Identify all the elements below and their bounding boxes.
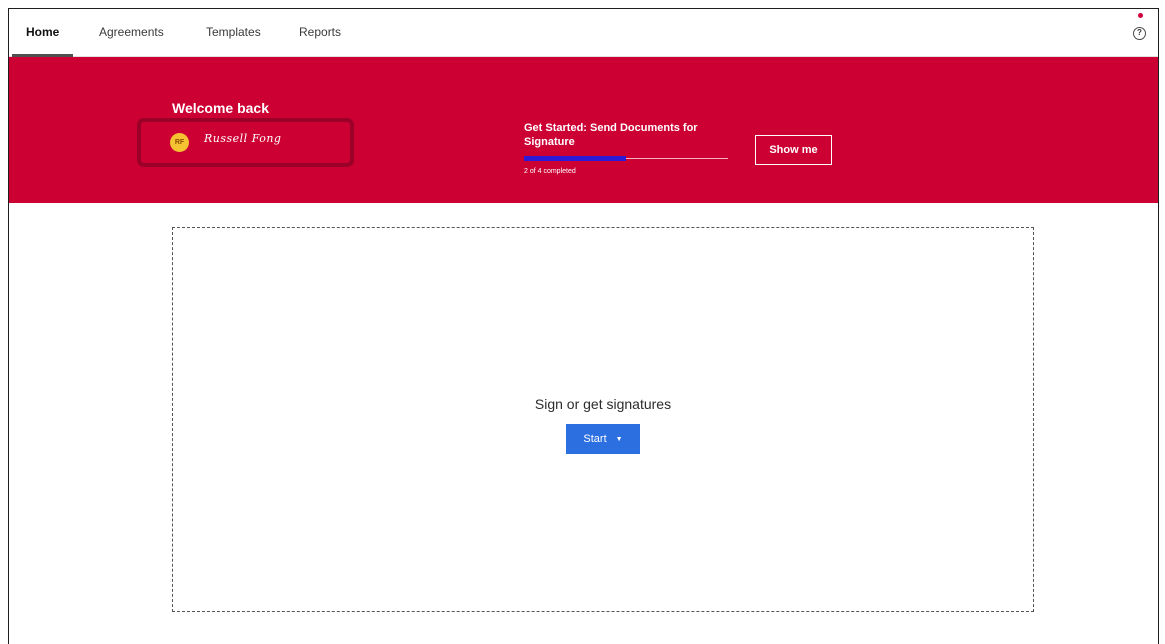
progress-bar — [524, 156, 728, 161]
tab-agreements[interactable]: Agreements — [99, 9, 164, 57]
avatar: RF — [170, 133, 189, 152]
drop-zone-title: Sign or get signatures — [534, 396, 672, 412]
welcome-banner: Welcome back RF Russell Fong Get Started… — [9, 57, 1158, 203]
get-started-title: Get Started: Send Documents for Signatur… — [524, 122, 698, 148]
help-circle-icon[interactable]: ? — [1133, 27, 1146, 40]
notification-dot — [1138, 13, 1143, 18]
top-nav: Home Agreements Templates Reports ? — [9, 9, 1158, 57]
tab-home[interactable]: Home — [11, 9, 74, 57]
progress-bar-fill — [524, 156, 626, 161]
start-button[interactable]: Start ▼ — [566, 424, 640, 454]
start-button-label: Start — [583, 433, 607, 445]
progress-count: 2 of 4 completed — [524, 168, 576, 175]
drop-zone[interactable]: Sign or get signatures Start ▼ — [172, 227, 1034, 612]
tab-templates[interactable]: Templates — [206, 9, 261, 57]
tab-reports[interactable]: Reports — [299, 9, 341, 57]
signature-card[interactable]: RF Russell Fong — [137, 118, 354, 167]
signature-image: Russell Fong — [204, 132, 282, 145]
show-me-button[interactable]: Show me — [755, 135, 832, 165]
welcome-heading: Welcome back — [172, 100, 270, 116]
chevron-down-icon: ▼ — [615, 436, 623, 443]
app-window: Home Agreements Templates Reports ? Welc… — [8, 8, 1159, 644]
